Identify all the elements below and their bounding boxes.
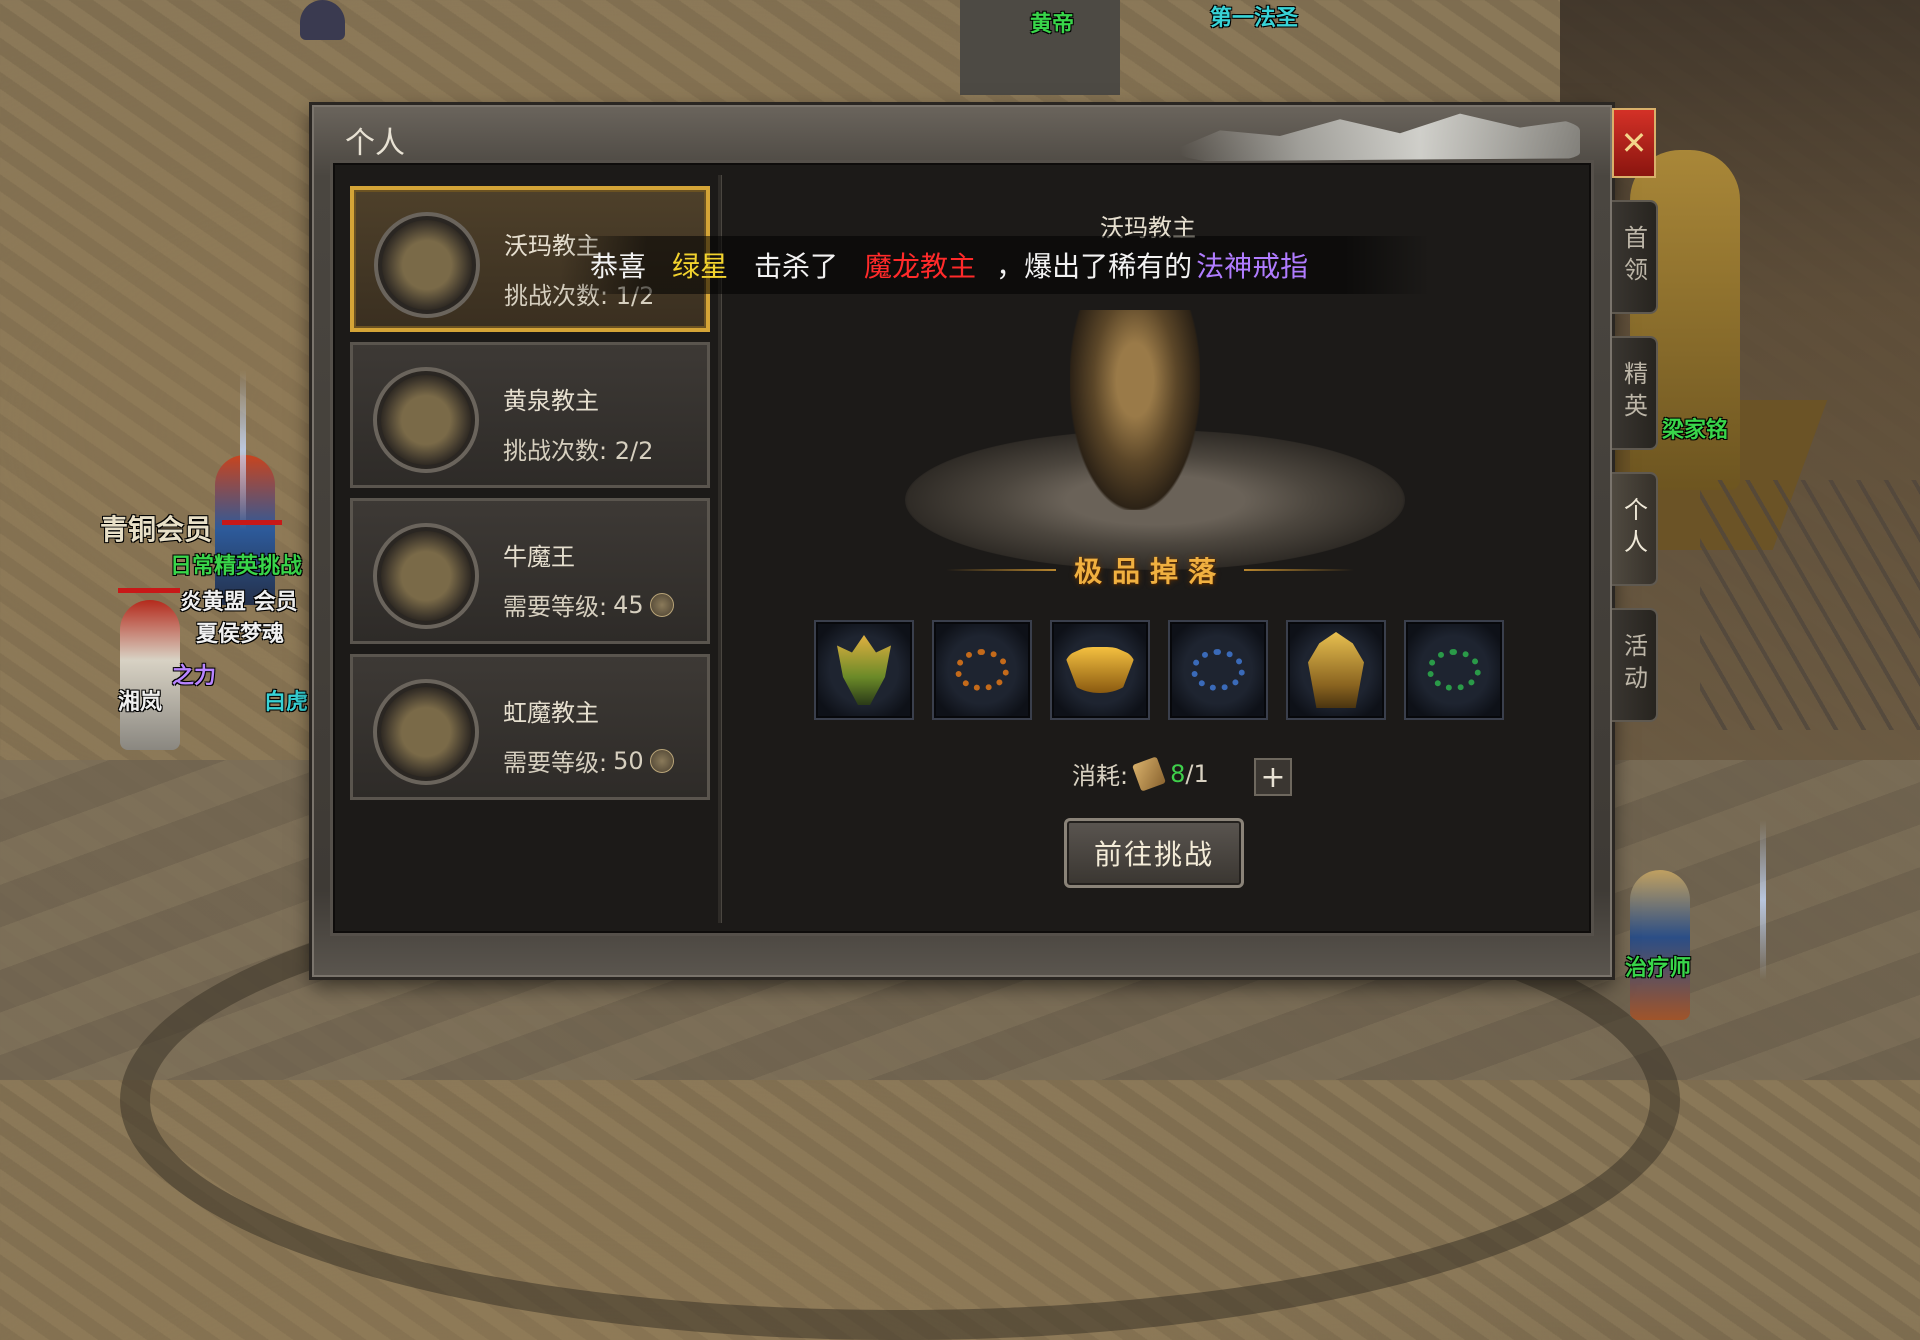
cost-need: /1 <box>1185 759 1209 788</box>
member-badge: 青铜会员 <box>100 513 213 546</box>
boss-name: 虹魔教主 <box>503 699 599 727</box>
tab-label: 活动 <box>1619 633 1648 697</box>
info-label: 需要等级: <box>503 593 608 621</box>
tab-event[interactable]: 活动 <box>1612 608 1658 722</box>
drop-slot[interactable] <box>1168 620 1268 720</box>
drop-slot[interactable] <box>1404 620 1504 720</box>
drop-title: 极品掉落 <box>900 550 1400 590</box>
woma-portrait-icon <box>374 212 480 318</box>
drop-title-text: 极品掉落 <box>1073 555 1226 588</box>
drop-slot[interactable] <box>1050 620 1150 720</box>
cost-label: 消耗: <box>1072 762 1129 790</box>
bare-tree <box>1700 480 1920 730</box>
announce-action: 击杀了 <box>754 250 839 283</box>
guild-name: 炎黄盟 会员 <box>180 590 298 615</box>
boss-name: 牛魔王 <box>503 543 575 571</box>
close-button[interactable]: ✕ <box>1612 108 1656 178</box>
announce-item: 法神戒指 <box>1196 250 1309 283</box>
tab-label: 个人 <box>1619 497 1648 561</box>
boss-item-bull-demon[interactable]: 牛魔王 需要等级: 45 <box>350 498 710 644</box>
bull-demon-portrait-icon <box>373 523 479 629</box>
announce-boss: 魔龙教主 <box>864 250 977 283</box>
huangquan-portrait-icon <box>373 367 479 473</box>
ornament-line <box>945 569 1056 571</box>
armor-icon <box>1308 632 1364 708</box>
top-character[interactable] <box>300 0 345 40</box>
npc-name-faseng: 第一法圣 <box>1210 6 1299 31</box>
boss-info: 需要等级: 50 <box>503 743 674 778</box>
tab-elite[interactable]: 精英 <box>1612 336 1658 450</box>
light-beam <box>1760 820 1766 980</box>
character-xianglan[interactable] <box>120 600 180 750</box>
bracelet-icon <box>1191 649 1245 691</box>
character-name-baihu: 白虎 <box>264 690 309 715</box>
npc-name-huangdi: 黄帝 <box>1030 12 1075 37</box>
tab-label: 精英 <box>1619 361 1648 425</box>
announce-mid: ，爆出了稀有的 <box>996 250 1193 283</box>
system-announcement: 恭喜 绿星 击杀了 魔龙教主 ，爆出了稀有的 法神戒指 <box>560 236 1430 294</box>
boss-name: 黄泉教主 <box>503 387 599 415</box>
drop-slot[interactable] <box>932 620 1032 720</box>
boss-model <box>1070 310 1200 510</box>
boss-info: 挑战次数: 2/2 <box>503 431 653 466</box>
power-title: 之力 <box>172 664 217 689</box>
character-name-xianglan: 湘岚 <box>118 690 163 715</box>
cost-row: 消耗: 8/1 <box>1072 755 1209 792</box>
level-lock-icon <box>649 592 674 617</box>
info-label: 需要等级: <box>503 749 608 777</box>
add-ticket-button[interactable]: + <box>1254 758 1292 796</box>
hp-bar <box>222 520 282 525</box>
level-lock-icon <box>649 748 674 773</box>
ring-icon <box>1065 647 1135 693</box>
hongmo-portrait-icon <box>373 679 479 785</box>
drop-slot[interactable] <box>1286 620 1386 720</box>
scroll-icon <box>1132 755 1167 792</box>
tab-boss[interactable]: 首领 <box>1612 200 1658 314</box>
drop-slot[interactable] <box>814 620 914 720</box>
daily-challenge-title: 日常精英挑战 <box>170 554 303 579</box>
boss-item-huangquan[interactable]: 黄泉教主 挑战次数: 2/2 <box>350 342 710 488</box>
boss-info: 需要等级: 45 <box>503 587 674 622</box>
light-beam <box>240 370 246 530</box>
healer-npc[interactable] <box>1630 870 1690 1020</box>
info-value: 50 <box>613 746 644 775</box>
announce-prefix: 恭喜 <box>590 250 647 283</box>
challenge-button[interactable]: 前往挑战 <box>1064 818 1244 888</box>
hp-bar <box>118 588 180 593</box>
bracelet-icon <box>1427 649 1481 691</box>
tab-personal[interactable]: 个人 <box>1612 472 1658 586</box>
boss-item-hongmo[interactable]: 虹魔教主 需要等级: 50 <box>350 654 710 800</box>
character-title: 夏侯梦魂 <box>196 622 285 647</box>
info-label: 挑战次数: <box>503 437 608 465</box>
info-value: 45 <box>613 590 644 619</box>
bracelet-icon <box>955 649 1009 691</box>
panel-title: 个人 <box>345 126 405 161</box>
helmet-icon <box>837 635 891 705</box>
statue-name: 梁家铭 <box>1662 418 1729 443</box>
healer-name: 治疗师 <box>1625 956 1692 981</box>
announce-player: 绿星 <box>672 250 729 283</box>
cost-have: 8 <box>1170 759 1186 788</box>
info-value: 2/2 <box>614 437 654 465</box>
tab-label: 首领 <box>1619 225 1648 289</box>
ornament-line <box>1244 569 1354 571</box>
